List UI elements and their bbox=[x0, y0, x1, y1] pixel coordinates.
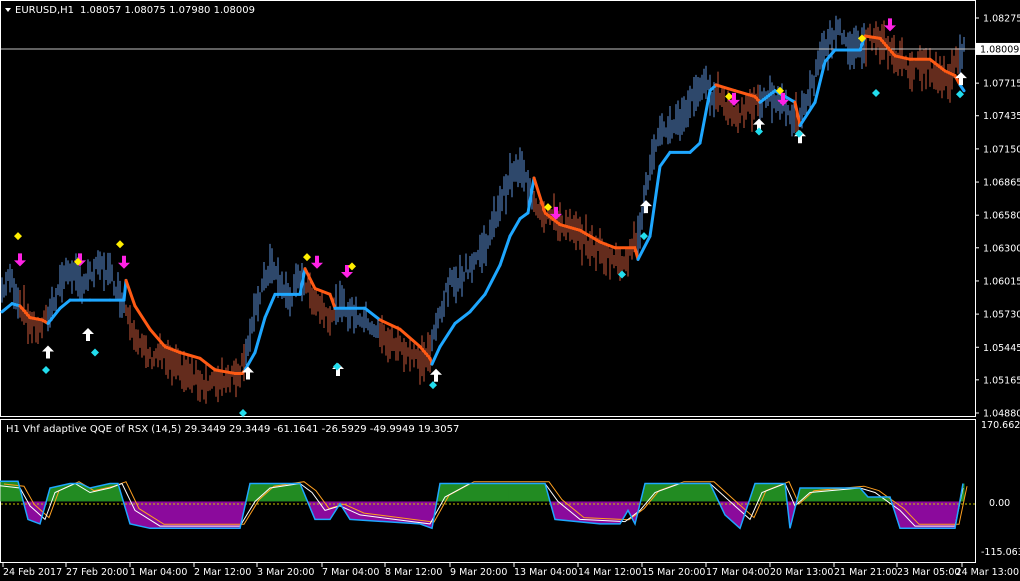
time-tick-label: 23 Mar 05:00 bbox=[897, 567, 960, 578]
price-tick-label: 1.07150 bbox=[983, 144, 1020, 155]
indicator-tick-label: 0.00 bbox=[989, 498, 1010, 509]
time-tick-label: 21 Mar 21:00 bbox=[834, 567, 897, 578]
time-tick-label: 17 Mar 04:00 bbox=[706, 567, 769, 578]
current-price-label: 1.08009 bbox=[980, 44, 1019, 55]
time-tick-label: 9 Mar 20:00 bbox=[450, 567, 507, 578]
time-tick-label: 2 Mar 12:00 bbox=[194, 567, 251, 578]
price-axis: 1.082751.079951.077151.074351.071501.068… bbox=[975, 14, 1020, 420]
price-tick-label: 1.05445 bbox=[983, 343, 1020, 354]
symbol-label: EURUSD,H1 bbox=[15, 5, 74, 16]
current-price-tag: 1.08009 bbox=[976, 42, 1020, 55]
price-tick-label: 1.05730 bbox=[983, 310, 1020, 321]
time-tick-label: 15 Mar 20:00 bbox=[642, 567, 705, 578]
price-tick-label: 1.08275 bbox=[983, 14, 1020, 25]
time-tick-label: 27 Feb 20:00 bbox=[66, 567, 128, 578]
price-tick-label: 1.07715 bbox=[983, 79, 1020, 90]
time-axis: 24 Feb 2017 27 Feb 20:00 1 Mar 04:00 2 Mar … bbox=[2, 563, 1019, 578]
price-tick-label: 1.06865 bbox=[983, 178, 1020, 189]
price-tick-label: 1.04880 bbox=[983, 409, 1020, 420]
price-tick-label: 1.07435 bbox=[983, 111, 1020, 122]
time-tick-label: 14 Mar 12:00 bbox=[578, 567, 641, 578]
time-tick-label: 1 Mar 04:00 bbox=[130, 567, 187, 578]
time-tick-label: 24 Mar 13:00 bbox=[956, 567, 1019, 578]
indicator-tick-label: -115.0635 bbox=[981, 547, 1020, 558]
time-tick-label: 3 Mar 20:00 bbox=[257, 567, 314, 578]
chart-root: 1.082751.079951.077151.074351.071501.068… bbox=[0, 0, 1020, 578]
ohlc-label: 1.08057 1.08075 1.07980 1.08009 bbox=[80, 5, 255, 16]
main-chart-frame bbox=[0, 0, 976, 417]
chart-header: EURUSD,H1 1.08057 1.08075 1.07980 1.0800… bbox=[5, 5, 255, 16]
indicator-axis: 170.6627 0.00 -115.0635 bbox=[981, 420, 1020, 558]
price-tick-label: 1.06300 bbox=[983, 243, 1020, 254]
price-tick-label: 1.06580 bbox=[983, 211, 1020, 222]
time-tick-label: 7 Mar 04:00 bbox=[322, 567, 379, 578]
time-tick-label: 8 Mar 12:00 bbox=[385, 567, 442, 578]
indicator-label: H1 Vhf adaptive QQE of RSX (14,5) 29.344… bbox=[6, 424, 459, 435]
time-tick-label: 24 Feb 2017 bbox=[3, 567, 62, 578]
price-tick-label: 1.06015 bbox=[983, 276, 1020, 287]
time-tick-label: 13 Mar 04:00 bbox=[514, 567, 577, 578]
indicator-tick-label: 170.6627 bbox=[981, 420, 1020, 431]
time-tick-label: 20 Mar 13:00 bbox=[770, 567, 833, 578]
price-tick-label: 1.05165 bbox=[983, 375, 1020, 386]
